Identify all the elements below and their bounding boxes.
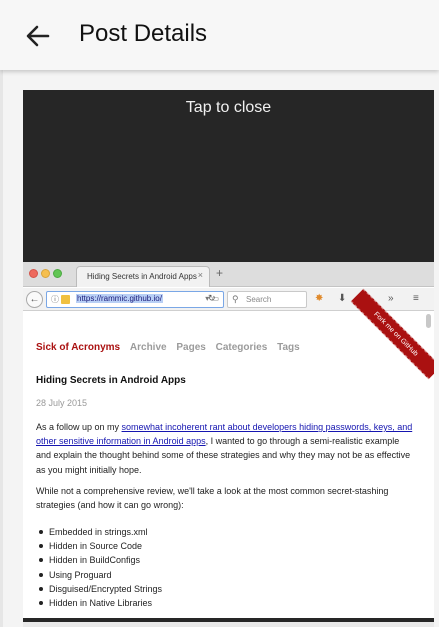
search-placeholder: Search: [246, 295, 272, 304]
bottom-edge: [23, 622, 434, 627]
image-viewer-overlay[interactable]: Tap to close Hiding Secrets in Android A…: [23, 90, 434, 622]
tap-to-close-label[interactable]: Tap to close: [23, 99, 434, 117]
browser-back-icon: ←: [26, 291, 43, 308]
list-item: Hidden in Native Libraries: [39, 596, 162, 610]
tab-close-icon: ×: [197, 270, 203, 280]
url-text: https://rammic.github.io/: [76, 294, 163, 303]
nav-archive: Archive: [129, 342, 167, 353]
browser-tab-bar: Hiding Secrets in Android Apps × +: [23, 262, 434, 287]
window-close-dot: [29, 269, 38, 278]
list-item: Embedded in strings.xml: [39, 525, 162, 539]
back-arrow-icon[interactable]: [22, 20, 54, 52]
intro-paragraph: As a follow up on my somewhat incoherent…: [36, 420, 415, 477]
info-icon: ⓘ: [51, 295, 59, 304]
site-brand: Sick of Acronyms: [36, 342, 121, 353]
overflow-chevrons-icon: »: [388, 293, 394, 304]
summary-paragraph: While not a comprehensive review, we'll …: [36, 486, 389, 511]
browser-url-bar: ⓘ https://rammic.github.io/ ▾ ▭: [46, 291, 224, 308]
browser-tab: Hiding Secrets in Android Apps ×: [76, 266, 210, 287]
new-tab-icon: +: [216, 266, 224, 280]
search-icon: ⚲: [232, 294, 239, 304]
lock-warning-icon: [61, 295, 70, 304]
hamburger-menu-icon: ≡: [413, 293, 419, 304]
window-minimize-dot: [41, 269, 50, 278]
post-screenshot-image: Hiding Secrets in Android Apps × + ← ⓘ h…: [23, 262, 434, 618]
extension-icon: ✸: [315, 293, 324, 304]
web-page-content: Fork me on GitHub Sick of Acronyms Archi…: [23, 288, 434, 618]
nav-categories: Categories: [215, 342, 268, 353]
reload-icon: ↻: [208, 293, 216, 303]
browser-search-bar: ⚲ Search: [227, 291, 307, 308]
post-title: Hiding Secrets in Android Apps: [36, 375, 186, 386]
list-item: Using Proguard: [39, 568, 162, 582]
nav-tags: Tags: [277, 342, 300, 353]
app-bar: Post Details: [0, 0, 439, 70]
strategy-list: Embedded in strings.xml Hidden in Source…: [39, 525, 162, 610]
page-scrollbar: [426, 314, 431, 328]
nav-pages: Pages: [176, 342, 206, 353]
browser-tab-title: Hiding Secrets in Android Apps: [87, 272, 197, 281]
page-title: Post Details: [79, 20, 208, 47]
background-edge: [0, 70, 3, 627]
list-item: Hidden in Source Code: [39, 539, 162, 553]
post-date: 28 July 2015: [36, 398, 88, 408]
list-item: Hidden in BuildConfigs: [39, 553, 162, 567]
window-zoom-dot: [53, 269, 62, 278]
site-nav: Sick of Acronyms Archive Pages Categorie…: [36, 342, 307, 353]
list-item: Disguised/Encrypted Strings: [39, 582, 162, 596]
download-icon: ⬇: [338, 293, 347, 304]
intro-text-start: As a follow up on my: [36, 422, 122, 432]
